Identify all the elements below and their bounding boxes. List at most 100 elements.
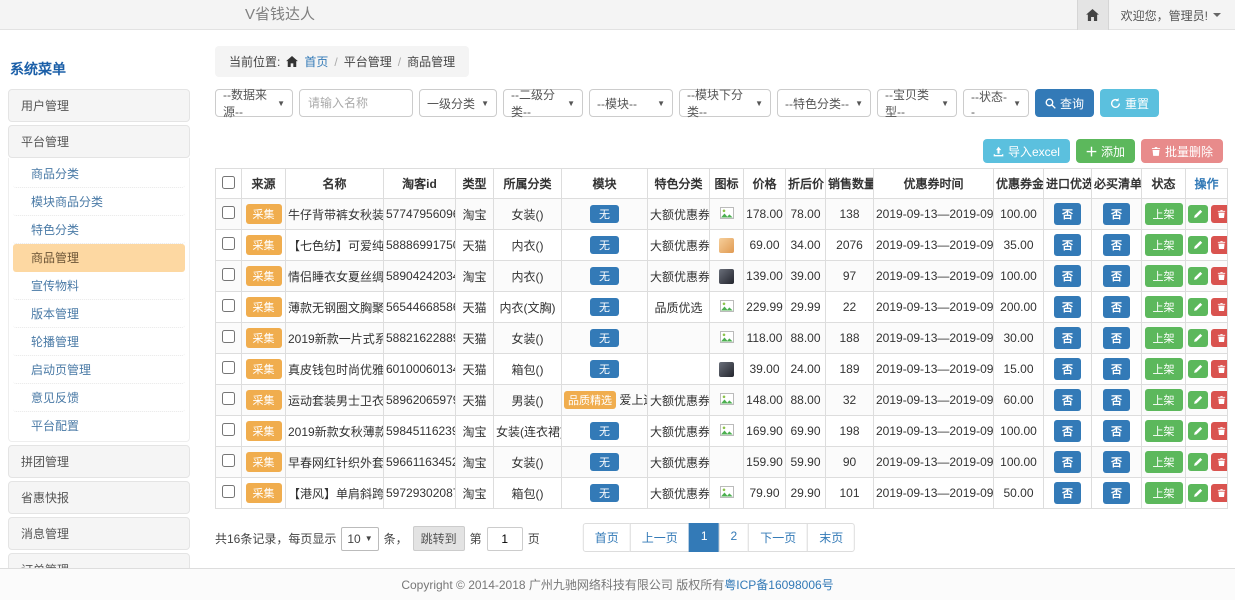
sidebar-item-意见反馈[interactable]: 意见反馈 [13, 384, 185, 412]
must-buy-toggle[interactable]: 否 [1103, 420, 1130, 442]
filter-select-1[interactable]: 一级分类▼ [419, 89, 497, 117]
icp-link[interactable]: 粤ICP备16098006号 [724, 576, 833, 593]
sidebar-item-商品分类[interactable]: 商品分类 [13, 160, 185, 188]
module-badge[interactable]: 无 [590, 205, 619, 223]
module-badge[interactable]: 无 [590, 484, 619, 502]
sidebar-item-版本管理[interactable]: 版本管理 [13, 300, 185, 328]
module-badge[interactable]: 无 [590, 360, 619, 378]
import-pick-toggle[interactable]: 否 [1054, 451, 1081, 473]
per-page-select[interactable]: 10 ▼ [341, 527, 378, 551]
filter-select-4[interactable]: --模块下分类--▼ [679, 89, 771, 117]
import-pick-toggle[interactable]: 否 [1054, 358, 1081, 380]
module-badge[interactable]: 无 [590, 267, 619, 285]
page-button-上一页[interactable]: 上一页 [630, 523, 690, 552]
module-badge[interactable]: 无 [590, 236, 619, 254]
delete-button[interactable] [1211, 205, 1228, 223]
module-badge[interactable]: 无 [590, 422, 619, 440]
sidebar-group-省惠快报[interactable]: 省惠快报 [8, 481, 190, 514]
module-badge[interactable]: 无 [590, 298, 619, 316]
delete-button[interactable] [1211, 236, 1228, 254]
jump-button[interactable]: 跳转到 [413, 526, 465, 551]
must-buy-toggle[interactable]: 否 [1103, 203, 1130, 225]
status-button[interactable]: 上架 [1145, 420, 1183, 442]
status-button[interactable]: 上架 [1145, 296, 1183, 318]
sidebar-group-用户管理[interactable]: 用户管理 [8, 89, 190, 122]
must-buy-toggle[interactable]: 否 [1103, 482, 1130, 504]
import-pick-toggle[interactable]: 否 [1054, 203, 1081, 225]
delete-button[interactable] [1211, 267, 1228, 285]
must-buy-toggle[interactable]: 否 [1103, 451, 1130, 473]
query-button[interactable]: 查询 [1035, 89, 1094, 117]
sidebar-item-启动页管理[interactable]: 启动页管理 [13, 356, 185, 384]
sidebar-item-平台配置[interactable]: 平台配置 [13, 412, 185, 439]
row-checkbox[interactable] [222, 454, 235, 467]
edit-button[interactable] [1188, 205, 1208, 223]
edit-button[interactable] [1188, 453, 1208, 471]
edit-button[interactable] [1188, 484, 1208, 502]
must-buy-toggle[interactable]: 否 [1103, 358, 1130, 380]
select-all-checkbox[interactable] [222, 176, 235, 189]
delete-button[interactable] [1211, 360, 1228, 378]
breadcrumb-home-link[interactable]: 首页 [304, 53, 328, 70]
sidebar-item-轮播管理[interactable]: 轮播管理 [13, 328, 185, 356]
filter-select-3[interactable]: --模块--▼ [589, 89, 673, 117]
edit-button[interactable] [1188, 267, 1208, 285]
sidebar-item-宣传物料[interactable]: 宣传物料 [13, 272, 185, 300]
row-checkbox[interactable] [222, 268, 235, 281]
name-search-input[interactable] [299, 89, 413, 117]
filter-select-5[interactable]: --特色分类--▼ [777, 89, 871, 117]
edit-button[interactable] [1188, 298, 1208, 316]
import-pick-toggle[interactable]: 否 [1054, 296, 1081, 318]
must-buy-toggle[interactable]: 否 [1103, 234, 1130, 256]
filter-select-0[interactable]: --数据来源--▼ [215, 89, 293, 117]
home-button[interactable] [1077, 0, 1109, 30]
must-buy-toggle[interactable]: 否 [1103, 296, 1130, 318]
status-button[interactable]: 上架 [1145, 327, 1183, 349]
module-badge[interactable]: 无 [590, 453, 619, 471]
row-checkbox[interactable] [222, 330, 235, 343]
row-checkbox[interactable] [222, 485, 235, 498]
user-menu[interactable]: 欢迎您，管理员! [1109, 7, 1235, 24]
edit-button[interactable] [1188, 360, 1208, 378]
delete-button[interactable] [1211, 329, 1228, 347]
row-checkbox[interactable] [222, 299, 235, 312]
sidebar-group-平台管理[interactable]: 平台管理 [8, 125, 190, 158]
add-button[interactable]: 添加 [1076, 139, 1135, 163]
page-number-input[interactable] [487, 527, 523, 551]
edit-button[interactable] [1188, 236, 1208, 254]
status-button[interactable]: 上架 [1145, 265, 1183, 287]
import-excel-button[interactable]: 导入excel [983, 139, 1070, 163]
filter-select-6[interactable]: --宝贝类型--▼ [877, 89, 957, 117]
delete-button[interactable] [1211, 298, 1228, 316]
delete-button[interactable] [1211, 391, 1228, 409]
row-checkbox[interactable] [222, 423, 235, 436]
reset-button[interactable]: 重置 [1100, 89, 1159, 117]
module-badge[interactable]: 无 [590, 329, 619, 347]
filter-select-2[interactable]: --二级分类--▼ [503, 89, 583, 117]
import-pick-toggle[interactable]: 否 [1054, 389, 1081, 411]
row-checkbox[interactable] [222, 361, 235, 374]
import-pick-toggle[interactable]: 否 [1054, 234, 1081, 256]
filter-select-7[interactable]: --状态--▼ [963, 89, 1029, 117]
edit-button[interactable] [1188, 391, 1208, 409]
sidebar-group-拼团管理[interactable]: 拼团管理 [8, 445, 190, 478]
must-buy-toggle[interactable]: 否 [1103, 265, 1130, 287]
status-button[interactable]: 上架 [1145, 203, 1183, 225]
row-checkbox[interactable] [222, 206, 235, 219]
row-checkbox[interactable] [222, 392, 235, 405]
status-button[interactable]: 上架 [1145, 482, 1183, 504]
status-button[interactable]: 上架 [1145, 389, 1183, 411]
import-pick-toggle[interactable]: 否 [1054, 420, 1081, 442]
status-button[interactable]: 上架 [1145, 451, 1183, 473]
page-button-下一页[interactable]: 下一页 [748, 523, 808, 552]
status-button[interactable]: 上架 [1145, 358, 1183, 380]
import-pick-toggle[interactable]: 否 [1054, 482, 1081, 504]
edit-button[interactable] [1188, 329, 1208, 347]
delete-button[interactable] [1211, 453, 1228, 471]
page-button-1[interactable]: 1 [689, 523, 720, 552]
import-pick-toggle[interactable]: 否 [1054, 327, 1081, 349]
delete-button[interactable] [1211, 422, 1228, 440]
import-pick-toggle[interactable]: 否 [1054, 265, 1081, 287]
sidebar-item-商品管理[interactable]: 商品管理 [13, 244, 185, 272]
sidebar-group-消息管理[interactable]: 消息管理 [8, 517, 190, 550]
